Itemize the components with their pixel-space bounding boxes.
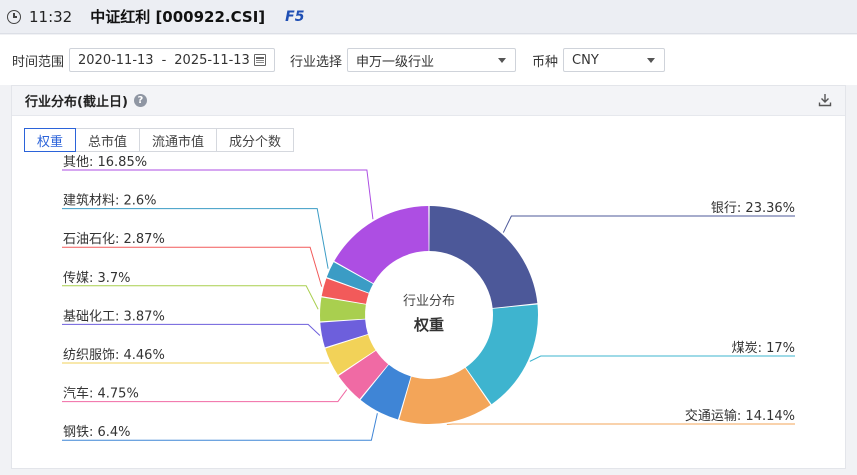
slice-label: 其他: 16.85%	[63, 155, 147, 170]
slice-label: 煤炭: 17%	[732, 341, 795, 356]
slice-label: 基础化工: 3.87%	[63, 309, 165, 324]
slice-label: 纺织服饰: 4.46%	[63, 348, 165, 363]
leader-line	[62, 323, 321, 336]
slice-label: 传媒: 3.7%	[63, 271, 131, 286]
donut-slice[interactable]	[429, 206, 538, 309]
slice-label: 交通运输: 14.14%	[685, 408, 795, 424]
slice-label: 建筑材料: 2.6%	[63, 193, 157, 209]
leader-line	[502, 215, 795, 233]
industry-donut-chart: 银行: 23.36% 煤炭: 17% 交通运输: 14.14% 钢铁: 6.4% 汽车:…	[62, 155, 795, 441]
slice-label: 银行: 23.36%	[711, 201, 795, 216]
leader-line	[62, 285, 319, 310]
leader-line	[529, 355, 795, 362]
slice-label: 钢铁: 6.4%	[63, 425, 131, 440]
tab-weight[interactable]: 权重	[24, 128, 77, 152]
donut-center-subtitle: 权重	[413, 316, 444, 334]
donut-center-title: 行业分布	[403, 294, 455, 309]
slice-label: 汽车: 4.75%	[63, 386, 139, 402]
slice-label: 石油石化: 2.87%	[63, 232, 165, 247]
leader-line	[446, 423, 795, 426]
donut-slices	[320, 206, 538, 425]
